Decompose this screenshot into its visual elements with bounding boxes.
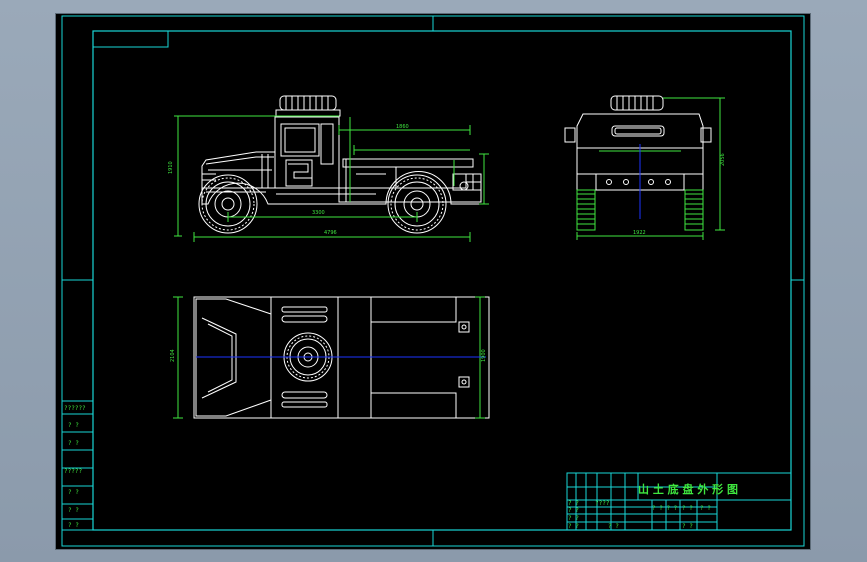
border-ticks	[62, 16, 804, 546]
tb-cell-6: ? ?	[700, 505, 711, 512]
sheet-inner-border	[92, 30, 792, 531]
side-panel-row-1: ??????	[64, 405, 86, 412]
dim-height: 1910	[168, 161, 174, 174]
front-roof-spare	[610, 95, 664, 111]
dim-top-width: 2104	[170, 349, 176, 362]
side-panel-row-5: ? ?	[68, 489, 79, 496]
side-view-dimensions	[174, 115, 489, 242]
rear-bed	[338, 158, 482, 203]
side-panel-row-3: ? ?	[68, 440, 79, 447]
cab	[274, 116, 340, 189]
tb-cell-8: ? ?	[568, 523, 579, 530]
front-view: 1922 2056	[564, 95, 726, 240]
cad-viewport[interactable]: ?????? ? ? ? ? ????? ? ? ? ? ? ? 4796 33…	[56, 14, 810, 549]
side-panel-row-6: ? ?	[68, 507, 79, 514]
drawing-number-box	[92, 30, 169, 48]
roof-spare-tire	[275, 95, 341, 117]
left-side-panel: ?????? ? ? ? ? ????? ? ? ? ? ? ?	[61, 400, 94, 531]
tb-cell-5: ? ?	[682, 505, 693, 512]
dim-top-track: 1900	[481, 349, 487, 362]
cad-drawing: ?????? ? ? ? ? ????? ? ? ? ? ? ? 4796 33…	[61, 15, 805, 547]
tb-cell-2: ????	[595, 500, 610, 507]
dim-front-height: 2056	[720, 153, 726, 166]
tb-cell-10: ? ?	[682, 523, 693, 530]
tb-cell-4: ? ? ? ?	[652, 505, 678, 512]
title-block: 山 土 底 盘 外 形 图 ? ? ???? ? ? ? ? ? ? ? ? ?…	[566, 472, 792, 531]
tb-cell-9: ? ?	[608, 523, 619, 530]
dim-bed-length: 1860	[396, 124, 409, 130]
dim-wheelbase: 3300	[312, 210, 325, 216]
dim-front-width: 1922	[633, 230, 646, 236]
top-view: 2104 1900	[170, 296, 490, 419]
side-view: 4796 3300 1910 1860	[168, 95, 489, 242]
sheet-outer-border	[61, 15, 805, 547]
side-panel-row-4: ?????	[64, 468, 82, 475]
tb-cell-3: ? ?	[568, 507, 579, 514]
dim-overall-length: 4796	[324, 230, 337, 236]
side-panel-row-7: ? ?	[68, 522, 79, 529]
side-panel-row-2: ? ?	[68, 422, 79, 429]
rear-wheel	[387, 174, 447, 234]
front-body	[564, 113, 712, 191]
drawing-title: 山 土 底 盘 外 形 图	[638, 482, 738, 496]
tb-cell-1: ? ?	[568, 500, 579, 507]
tb-cell-7: ? ?	[568, 515, 579, 522]
